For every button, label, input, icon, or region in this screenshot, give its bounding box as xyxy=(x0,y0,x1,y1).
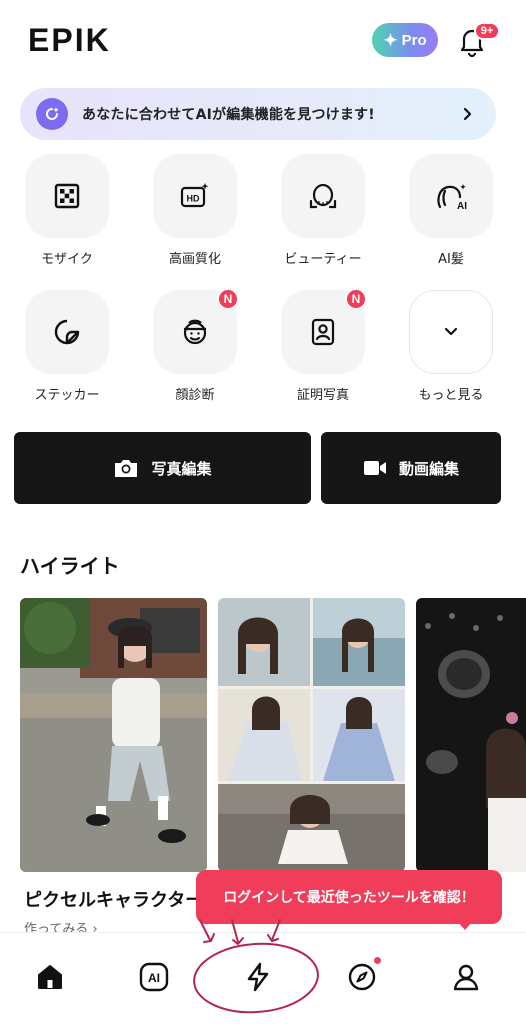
annotation-overlay xyxy=(193,919,319,1014)
